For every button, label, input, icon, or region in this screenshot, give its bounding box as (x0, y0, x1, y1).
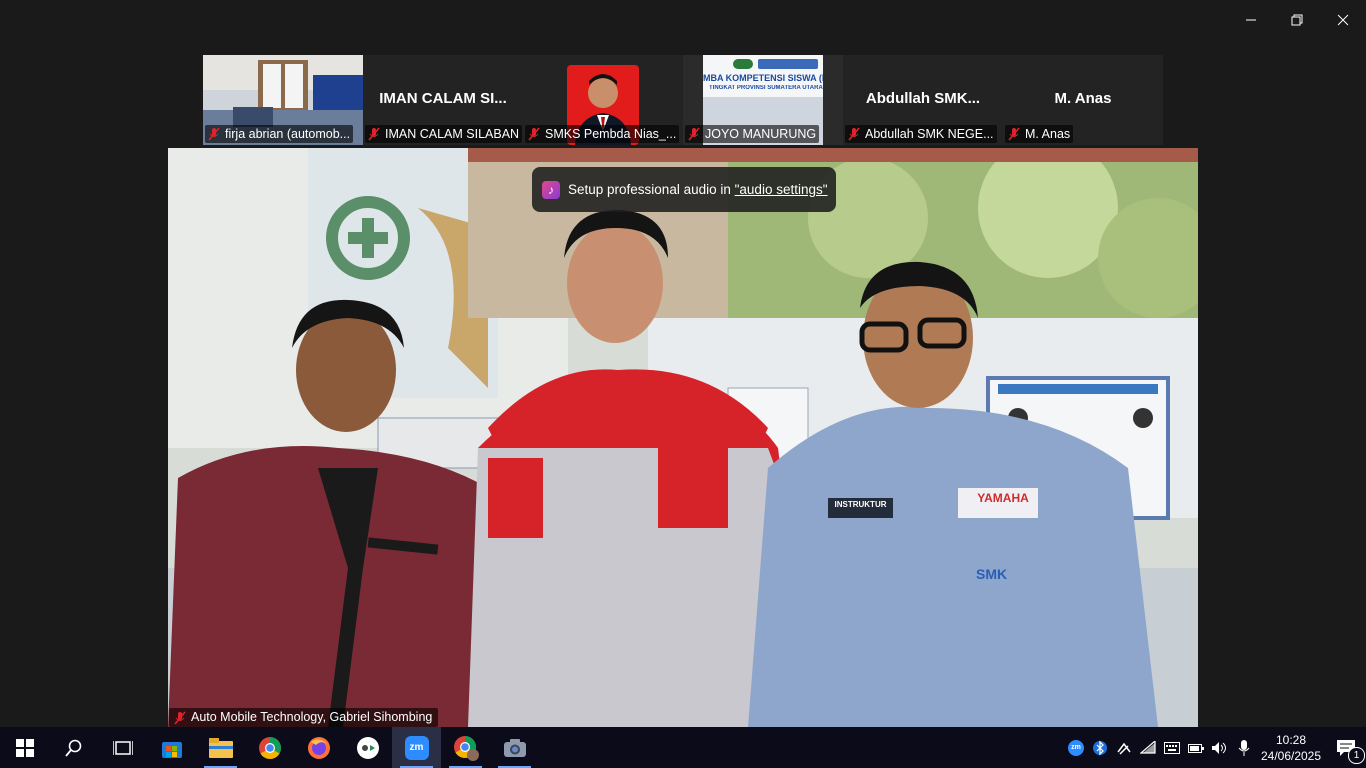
microphone-icon (1238, 739, 1250, 756)
taskbar-firefox[interactable] (294, 727, 343, 768)
close-icon (1337, 14, 1349, 26)
participant-tile[interactable]: IMAN CALAM SI... IMAN CALAM SILABAN (363, 55, 523, 145)
camera-icon (503, 738, 526, 757)
audio-settings-link[interactable]: "audio settings" (735, 182, 828, 197)
participant-tile[interactable]: Abdullah SMK... Abdullah SMK NEGE... (843, 55, 1003, 145)
participant-label: firja abrian (automob... (205, 125, 354, 143)
bluetooth-icon (1093, 740, 1107, 755)
chrome-profile-icon (453, 735, 479, 761)
participant-tile[interactable]: MBA KOMPETENSI SISWA (LK TINGKAT PROVINS… (683, 55, 843, 145)
restore-icon (1291, 14, 1303, 26)
participant-label: JOYO MANURUNG (685, 125, 820, 143)
participant-name: Abdullah SMK... (865, 90, 981, 107)
restore-button[interactable] (1274, 0, 1320, 40)
taskbar-zoom[interactable]: zm (392, 727, 441, 768)
task-view-button[interactable] (98, 727, 147, 768)
tray-volume[interactable] (1208, 727, 1232, 768)
notification-count: 1 (1348, 747, 1365, 764)
notification-center[interactable]: 1 (1326, 727, 1366, 768)
clock-time: 10:28 (1275, 732, 1307, 747)
mic-muted-icon (848, 127, 860, 141)
gallery-strip: firja abrian (automob... IMAN CALAM SI..… (203, 55, 1163, 145)
taskbar-chrome-profile[interactable] (441, 727, 490, 768)
speaker-label: Auto Mobile Technology, Gabriel Sihombin… (169, 708, 439, 727)
participant-label: IMAN CALAM SILABAN (365, 125, 523, 143)
search-icon (64, 739, 81, 757)
app-icon (356, 736, 379, 759)
window-titlebar (0, 0, 1366, 40)
participant-tile[interactable]: SMKS Pembda Nias_... (523, 55, 683, 145)
taskbar-camera[interactable] (490, 727, 539, 768)
task-view-icon (112, 740, 133, 755)
speaker-video-frame (168, 148, 1198, 727)
tray-microphone[interactable] (1232, 727, 1256, 768)
windows-start-icon (15, 738, 34, 757)
taskbar-chrome[interactable] (245, 727, 294, 768)
speaker-video[interactable]: YAMAHA INSTRUKTUR SMK (168, 148, 1198, 727)
participant-tile[interactable]: M. Anas M. Anas (1003, 55, 1163, 145)
tray-keyboard[interactable] (1160, 727, 1184, 768)
close-button[interactable] (1320, 0, 1366, 40)
mic-muted-icon (528, 127, 540, 141)
minimize-icon (1246, 19, 1256, 21)
toast-text: Setup professional audio in (568, 182, 735, 197)
tray-wifi[interactable] (1136, 727, 1160, 768)
network-app-icon (1117, 742, 1131, 755)
taskbar: zm zm 10:28 24/06/2025 1 (0, 727, 1366, 768)
system-tray: zm 10:28 24/06/2025 1 (1064, 727, 1366, 768)
participant-label: Abdullah SMK NEGE... (845, 125, 997, 143)
participant-name: M. Anas (1054, 90, 1112, 107)
battery-icon (1188, 743, 1204, 753)
zoom-icon: zm (404, 735, 429, 760)
shirt-brand-text: YAMAHA (977, 491, 1029, 505)
participant-tile[interactable]: firja abrian (automob... (203, 55, 363, 145)
mic-muted-icon (1008, 127, 1020, 141)
tray-zoom[interactable]: zm (1064, 727, 1088, 768)
start-button[interactable] (0, 727, 49, 768)
participant-label: M. Anas (1005, 125, 1074, 143)
shirt-logo-text: SMK (976, 566, 1008, 582)
tray-bluetooth[interactable] (1088, 727, 1112, 768)
chrome-icon (258, 736, 281, 759)
wifi-icon (1140, 740, 1156, 754)
participant-label: SMKS Pembda Nias_... (525, 125, 680, 143)
mic-muted-icon (688, 127, 700, 141)
participant-name: IMAN CALAM SI... (379, 90, 507, 107)
taskbar-app[interactable] (343, 727, 392, 768)
logo-icon (733, 59, 753, 69)
clock-date: 24/06/2025 (1260, 748, 1322, 763)
file-explorer-icon (208, 737, 233, 758)
taskbar-file-explorer[interactable] (196, 727, 245, 768)
store-icon (161, 741, 182, 758)
volume-icon (1212, 741, 1226, 754)
logo-icon (758, 59, 818, 69)
zoom-tray-icon: zm (1068, 739, 1084, 756)
music-note-icon: ♪ (542, 180, 560, 199)
mic-muted-icon (368, 127, 380, 141)
mic-muted-icon (208, 127, 220, 141)
minimize-button[interactable] (1228, 0, 1274, 40)
audio-settings-toast[interactable]: ♪ Setup professional audio in "audio set… (532, 167, 836, 212)
tray-app[interactable] (1112, 727, 1136, 768)
taskbar-store[interactable] (147, 727, 196, 768)
firefox-icon (307, 736, 330, 759)
tray-battery[interactable] (1184, 727, 1208, 768)
keyboard-icon (1164, 741, 1180, 754)
search-button[interactable] (49, 727, 98, 768)
clock[interactable]: 10:28 24/06/2025 (1256, 732, 1326, 764)
instructor-badge: INSTRUKTUR (834, 500, 887, 509)
mic-muted-icon (174, 711, 186, 724)
